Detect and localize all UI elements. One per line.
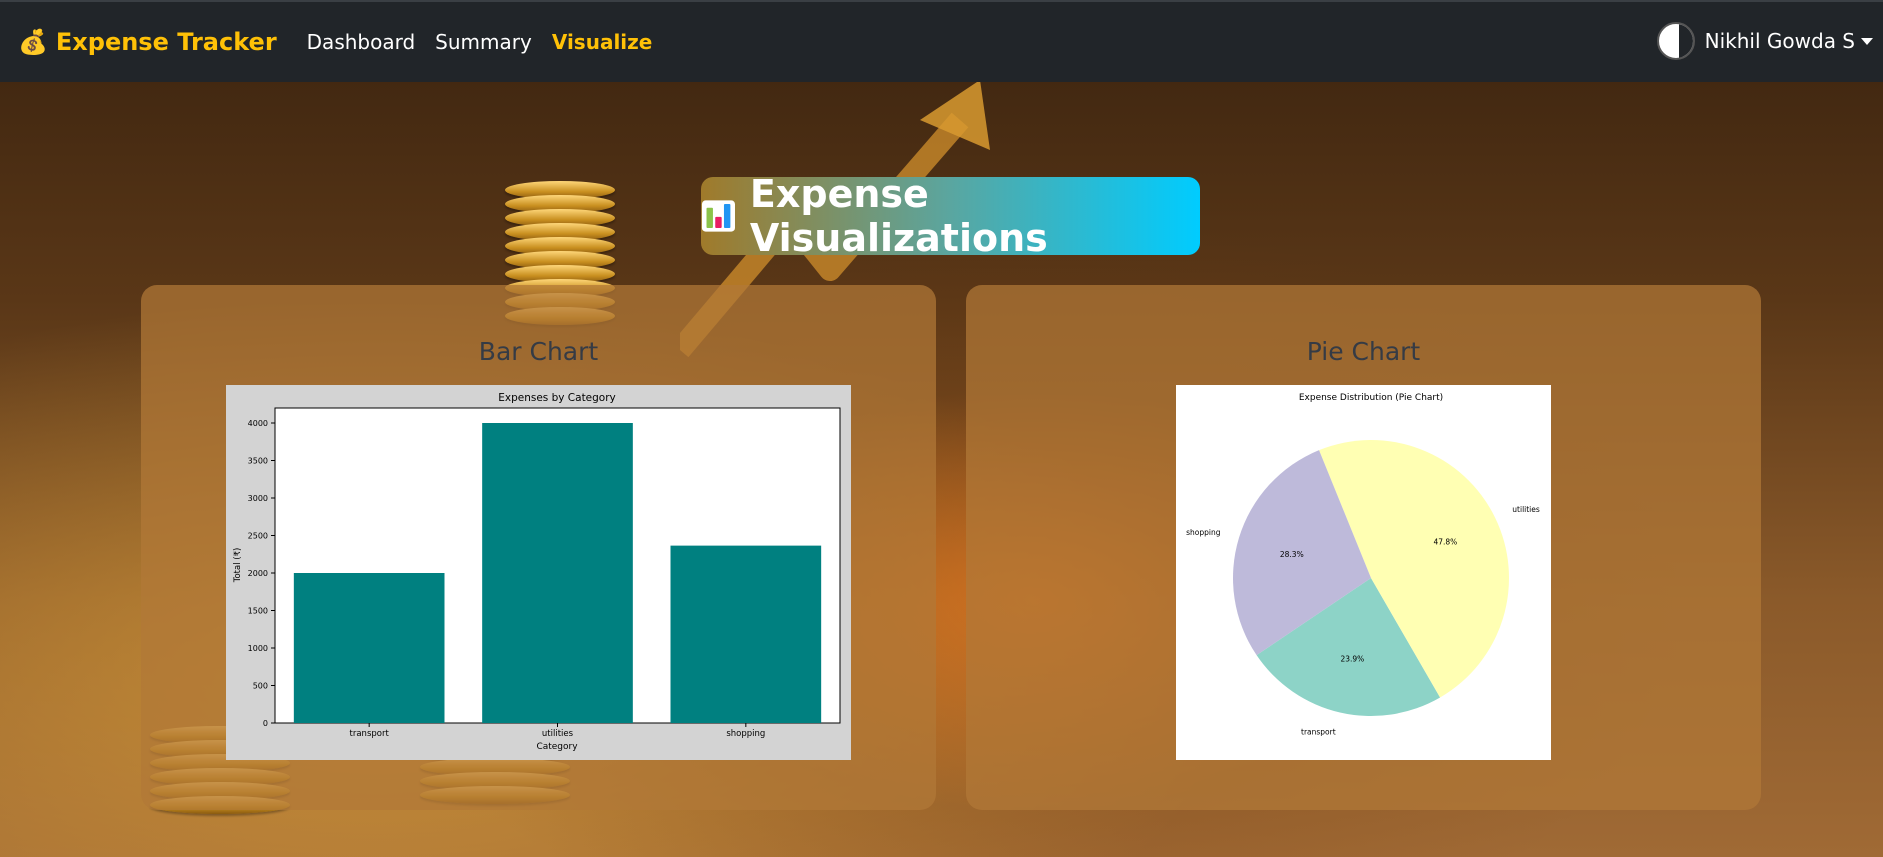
- bar-chart-card-title: Bar Chart: [478, 337, 599, 366]
- brand-link[interactable]: 💰 Expense Tracker: [18, 28, 277, 56]
- bar-chart-card: Bar Chart Expenses by Category Category …: [141, 285, 936, 810]
- page-title: Expense Visualizations: [749, 172, 1048, 260]
- y-tick-label: 3500: [248, 457, 268, 466]
- page-header-badge: Expense Visualizations: [701, 172, 1200, 260]
- pie-chart-card-title: Pie Chart: [1306, 337, 1421, 366]
- pie-label-shopping: shopping: [1186, 528, 1221, 537]
- nav-link-visualize[interactable]: Visualize: [552, 30, 653, 54]
- x-tick-label: shopping: [726, 729, 765, 739]
- pie-pct-transport: 23.9%: [1340, 655, 1364, 664]
- pie-chart-image: Expense Distribution (Pie Chart) transpo…: [1176, 385, 1551, 760]
- pie-pct-utilities: 47.8%: [1433, 538, 1457, 547]
- y-tick-label: 2500: [248, 532, 268, 541]
- top-navbar: 💰 Expense Tracker Dashboard Summary Visu…: [0, 0, 1883, 82]
- brand-name: Expense Tracker: [55, 28, 277, 56]
- bar-chart-icon: [701, 200, 735, 232]
- x-tick-label: utilities: [542, 729, 574, 739]
- y-tick-label: 4000: [248, 419, 268, 428]
- pie-chart-card: Pie Chart Expense Distribution (Pie Char…: [966, 285, 1761, 810]
- y-tick-label: 3000: [248, 494, 268, 503]
- bar-chart-xlabel: Category: [536, 742, 578, 752]
- y-tick-label: 1500: [248, 607, 268, 616]
- bar-chart-ylabel: Total (₹): [233, 548, 243, 584]
- x-tick-label: transport: [350, 729, 390, 739]
- bar-utilities: [482, 423, 633, 723]
- caret-down-icon: [1861, 37, 1873, 45]
- pie-pct-shopping: 28.3%: [1280, 550, 1304, 559]
- bar-transport: [293, 573, 445, 723]
- y-tick-label: 500: [253, 682, 268, 691]
- pie-label-transport: transport: [1301, 727, 1336, 736]
- bar-shopping: [670, 545, 822, 723]
- user-menu-dropdown[interactable]: Nikhil Gowda S: [1656, 22, 1873, 60]
- pie-chart-title: Expense Distribution (Pie Chart): [1299, 393, 1443, 403]
- nav-link-summary[interactable]: Summary: [435, 30, 532, 54]
- bar-chart-title: Expenses by Category: [498, 392, 616, 404]
- avatar: [1656, 22, 1695, 60]
- y-tick-label: 2000: [248, 569, 268, 578]
- y-tick-label: 0: [263, 719, 268, 728]
- money-bag-icon: 💰: [18, 28, 48, 56]
- pie-label-utilities: utilities: [1512, 505, 1540, 514]
- bar-chart-image: Expenses by Category Category Total (₹) …: [226, 385, 851, 760]
- user-name: Nikhil Gowda S: [1704, 29, 1855, 53]
- nav-link-dashboard[interactable]: Dashboard: [307, 30, 416, 54]
- y-tick-label: 1000: [248, 644, 268, 653]
